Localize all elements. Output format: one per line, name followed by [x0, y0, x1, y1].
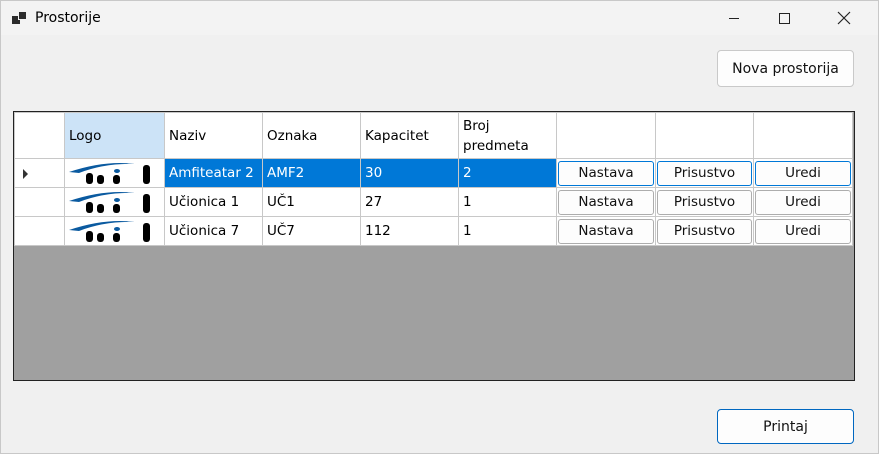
broj-predmeta-cell[interactable]: 1	[458, 216, 557, 246]
column-header-naziv[interactable]: Naziv	[164, 112, 263, 159]
uredi-cell: Uredi	[753, 187, 853, 217]
naziv-cell[interactable]: Učionica 7	[164, 216, 263, 246]
oznaka-cell[interactable]: AMF2	[262, 158, 361, 188]
rooms-grid[interactable]: Logo Naziv Oznaka Kapacitet Broj predmet…	[13, 111, 855, 381]
prisustvo-button[interactable]: Prisustvo	[657, 160, 752, 186]
kapacitet-cell[interactable]: 112	[360, 216, 459, 246]
prisustvo-button[interactable]: Prisustvo	[657, 189, 752, 215]
column-header-prisustvo	[655, 112, 754, 159]
column-header-uredi	[753, 112, 853, 159]
uredi-button[interactable]: Uredi	[755, 189, 851, 215]
row-header-corner	[14, 112, 65, 159]
table-row[interactable]: Učionica 1 UČ1 27 1 Nastava Prisustvo Ur…	[14, 187, 853, 217]
column-header-kapacitet[interactable]: Kapacitet	[360, 112, 459, 159]
row-header[interactable]	[14, 187, 65, 217]
logo-cell[interactable]	[64, 216, 165, 246]
oznaka-cell[interactable]: UČ7	[262, 216, 361, 246]
current-row-arrow-icon	[23, 169, 28, 179]
window-title: Prostorije	[35, 10, 101, 26]
nastava-cell: Nastava	[556, 216, 656, 246]
nastava-button[interactable]: Nastava	[558, 218, 654, 244]
oznaka-cell[interactable]: UČ1	[262, 187, 361, 217]
header-row: Logo Naziv Oznaka Kapacitet Broj predmet…	[14, 112, 853, 159]
column-header-oznaka[interactable]: Oznaka	[262, 112, 361, 159]
logo-cell[interactable]	[64, 187, 165, 217]
nastava-button[interactable]: Nastava	[558, 189, 654, 215]
broj-predmeta-cell[interactable]: 2	[458, 158, 557, 188]
logo-cell[interactable]	[64, 158, 165, 188]
nastava-cell: Nastava	[556, 187, 656, 217]
uredi-button[interactable]: Uredi	[755, 160, 851, 186]
prisustvo-cell: Prisustvo	[655, 216, 754, 246]
prisustvo-button[interactable]: Prisustvo	[657, 218, 752, 244]
minimize-icon	[729, 17, 739, 19]
naziv-cell[interactable]: Učionica 1	[164, 187, 263, 217]
uredi-cell: Uredi	[753, 158, 853, 188]
naziv-cell[interactable]: Amfiteatar 2	[164, 158, 263, 188]
minimize-button[interactable]	[711, 1, 757, 35]
nastava-cell: Nastava	[556, 158, 656, 188]
kapacitet-cell[interactable]: 27	[360, 187, 459, 217]
row-header[interactable]	[14, 158, 65, 188]
prostorije-window: Prostorije Nova prostorija Logo Naziv Oz…	[0, 0, 879, 454]
table-row[interactable]: Amfiteatar 2 AMF2 30 2 Nastava Prisustvo…	[14, 158, 853, 188]
broj-predmeta-cell[interactable]: 1	[458, 187, 557, 217]
column-header-nastava	[556, 112, 656, 159]
prisustvo-cell: Prisustvo	[655, 158, 754, 188]
nastava-button[interactable]: Nastava	[558, 160, 654, 186]
close-button[interactable]	[821, 1, 867, 35]
room-logo-image	[69, 192, 150, 213]
room-logo-image	[69, 163, 150, 184]
column-header-broj-predmeta[interactable]: Broj predmeta	[458, 112, 557, 159]
new-room-button[interactable]: Nova prostorija	[717, 50, 854, 87]
uredi-cell: Uredi	[753, 216, 853, 246]
maximize-icon	[778, 12, 790, 24]
print-button[interactable]: Printaj	[717, 409, 854, 444]
row-header[interactable]	[14, 216, 65, 246]
prisustvo-cell: Prisustvo	[655, 187, 754, 217]
title-bar: Prostorije	[1, 1, 878, 35]
app-icon	[12, 11, 28, 25]
room-logo-image	[69, 221, 150, 242]
uredi-button[interactable]: Uredi	[755, 218, 851, 244]
close-icon	[837, 11, 851, 25]
table-row[interactable]: Učionica 7 UČ7 112 1 Nastava Prisustvo U…	[14, 216, 853, 246]
column-header-logo[interactable]: Logo	[64, 112, 165, 159]
kapacitet-cell[interactable]: 30	[360, 158, 459, 188]
maximize-button[interactable]	[761, 1, 807, 35]
rooms-table: Logo Naziv Oznaka Kapacitet Broj predmet…	[14, 112, 853, 246]
